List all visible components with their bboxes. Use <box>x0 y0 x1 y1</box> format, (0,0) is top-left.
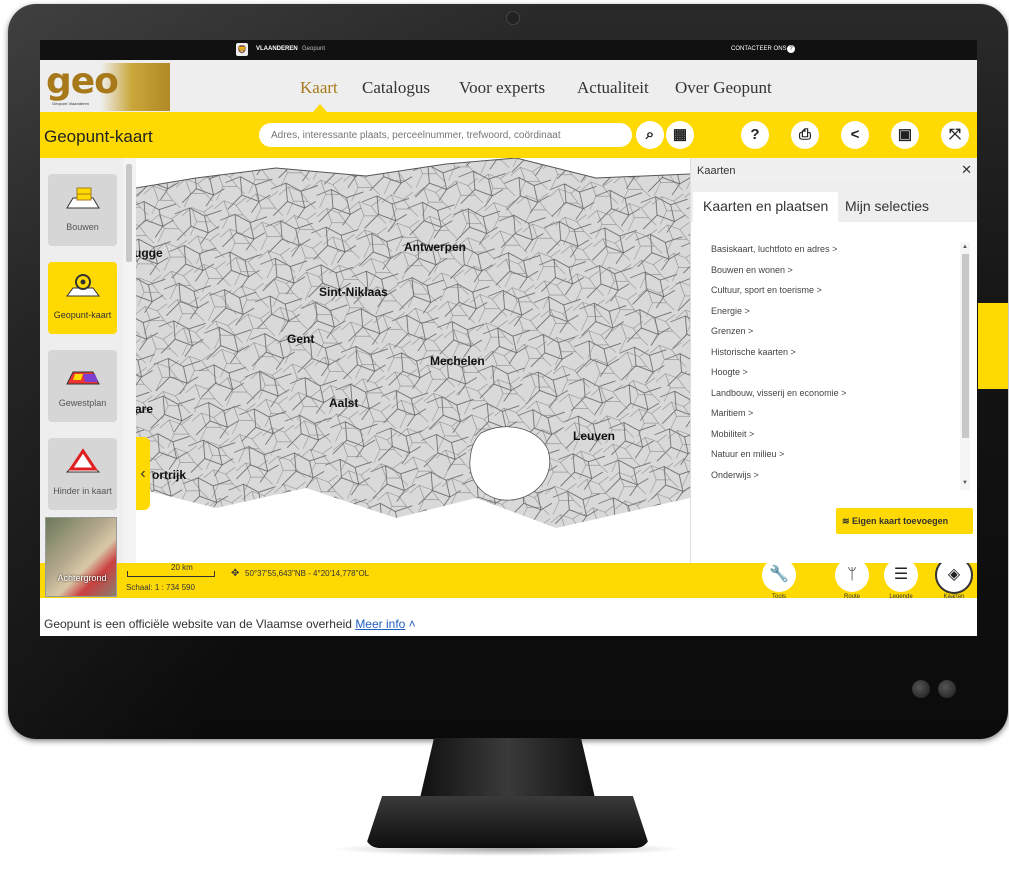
panel-title: Kaarten <box>697 165 736 177</box>
list-item[interactable]: Landbouw, visserij en economie > <box>711 388 951 409</box>
page-title: Geopunt-kaart <box>44 127 153 146</box>
nav-active-caret <box>313 104 327 112</box>
list-item[interactable]: Natuur en milieu > <box>711 449 951 470</box>
list-item[interactable]: Hoogte > <box>711 367 951 388</box>
map-label-sint-niklaas: Sint-Niklaas <box>319 285 388 299</box>
search-icon[interactable]: ⌕ <box>636 121 664 149</box>
contact-link[interactable]: CONTACTEER ONS <box>731 46 787 52</box>
tab-mijn-selecties[interactable]: Mijn selecties <box>835 192 939 222</box>
pin-icon <box>66 274 100 297</box>
chevron-up-icon[interactable]: ˄ <box>405 617 416 631</box>
stand-shadow <box>330 842 685 856</box>
sidebar-item-label: Gewestplan <box>58 398 107 408</box>
screen: 🦁 VLAANDEREN Geopunt CONTACTEER ONS ? ge… <box>40 40 977 636</box>
nav-actualiteit[interactable]: Actualiteit <box>577 78 649 98</box>
search-input[interactable] <box>259 123 632 147</box>
scroll-down-icon[interactable]: ▼ <box>962 480 968 486</box>
list-item[interactable]: Energie > <box>711 306 951 327</box>
sidebar-item-label: Geopunt-kaart <box>53 310 112 320</box>
camera-icon <box>506 11 520 25</box>
background-map-switch[interactable]: Achtergrond <box>45 517 117 597</box>
sidebar-item-label: Bouwen <box>66 222 99 232</box>
grid-icon[interactable]: ▦ <box>666 121 694 149</box>
geopunt-link[interactable]: Geopunt <box>302 46 325 52</box>
government-bar: 🦁 VLAANDEREN Geopunt CONTACTEER ONS ? <box>40 40 977 60</box>
site-footer: Geopunt is een officiële website van de … <box>40 612 977 636</box>
list-item[interactable]: Mobiliteit > <box>711 429 951 450</box>
site-header: geo Geopunt Vlaanderen Kaart Catalogus V… <box>40 60 977 112</box>
help-icon[interactable]: ? <box>741 121 769 149</box>
status-bar: 20 km Schaal: 1 : 734 590 ✥ 50°37'55,643… <box>123 556 977 600</box>
list-item[interactable]: Basiskaart, luchtfoto en adres > <box>711 244 951 265</box>
nav-over-geopunt[interactable]: Over Geopunt <box>675 78 772 98</box>
geopunt-logo[interactable]: geo Geopunt Vlaanderen <box>44 61 170 111</box>
logo-subtitle: Geopunt Vlaanderen <box>52 101 89 106</box>
close-icon[interactable]: ✕ <box>961 162 972 178</box>
scale-ratio: Schaal: 1 : 734 590 <box>126 583 195 592</box>
list-item[interactable]: Bouwen en wonen > <box>711 265 951 286</box>
nav-kaart[interactable]: Kaart <box>300 78 338 98</box>
map-view[interactable]: Antwerpen ugge Sint-Niklaas Gent Mechele… <box>136 158 690 563</box>
crosshair-icon: ✥ <box>231 568 240 579</box>
coordinate-readout: 50°37'55,643"NB - 4°20'14,778"OL <box>245 569 370 578</box>
nav-catalogus[interactable]: Catalogus <box>362 78 430 98</box>
fullscreen-icon[interactable]: ⤧ <box>941 121 969 149</box>
map-label-kortrijk: ortrijk <box>152 468 187 482</box>
map-label-leuven: Leuven <box>573 429 616 443</box>
municipality-boundaries <box>136 158 690 563</box>
monitor-stand-base <box>365 796 650 848</box>
list-item[interactable]: Onderwijs > <box>711 470 951 491</box>
map-label-mechelen: Mechelen <box>430 354 485 368</box>
map-label-aalst: Aalst <box>329 396 359 410</box>
menu-button <box>938 680 956 698</box>
warning-icon <box>65 448 101 473</box>
map-label-antwerpen: Antwerpen <box>404 240 467 254</box>
footer-spacer <box>40 598 977 612</box>
nav-voor-experts[interactable]: Voor experts <box>459 78 545 98</box>
kaarten-panel: Kaarten ✕ Kaarten en plaatsen Mijn selec… <box>690 158 977 563</box>
share-icon[interactable]: < <box>841 121 869 149</box>
sidebar-item-hinder[interactable]: Hinder in kaart <box>48 438 117 510</box>
tab-kaarten-en-plaatsen[interactable]: Kaarten en plaatsen <box>693 192 839 222</box>
left-scrollbar-thumb[interactable] <box>126 164 132 262</box>
help-icon[interactable]: ? <box>787 45 795 53</box>
panel-header: Kaarten ✕ <box>691 158 977 182</box>
meer-info-link[interactable]: Meer info <box>355 617 405 631</box>
map-label-gent: Gent <box>287 332 315 346</box>
add-own-map-button[interactable]: ≋ Eigen kaart toevoegen <box>836 508 973 534</box>
logo-text: geo <box>46 61 119 102</box>
add-own-map-label: Eigen kaart toevoegen <box>852 516 949 526</box>
building-icon <box>66 187 100 209</box>
sidebar-item-geopunt-kaart[interactable]: Geopunt-kaart <box>48 262 117 334</box>
list-item[interactable]: Maritiem > <box>711 408 951 429</box>
category-list: Basiskaart, luchtfoto en adres > Bouwen … <box>711 244 951 490</box>
list-item[interactable]: Grenzen > <box>711 326 951 347</box>
sidebar-item-bouwen[interactable]: Bouwen <box>48 174 117 246</box>
background-label: Achtergrond <box>57 573 107 583</box>
map-label-roeselare: are <box>136 402 154 416</box>
map-label-brugge: ugge <box>136 246 163 260</box>
monitor-stand-neck <box>420 738 595 798</box>
window-icon[interactable]: ▣ <box>891 121 919 149</box>
sidebar-item-label: Hinder in kaart <box>53 486 112 496</box>
list-item[interactable]: Cultuur, sport en toerisme > <box>711 285 951 306</box>
side-yellow-tab <box>978 303 1008 389</box>
left-panel: Bouwen Geopunt-kaart Gewestplan Hinder i… <box>40 158 123 563</box>
collapse-panel-button[interactable]: ‹ <box>136 437 150 510</box>
list-item[interactable]: Historische kaarten > <box>711 347 951 368</box>
footer-text: Geopunt is een officiële website van de … <box>44 617 352 631</box>
vlaanderen-link[interactable]: VLAANDEREN <box>256 46 298 52</box>
panel-tabs: Kaarten en plaatsen Mijn selecties <box>691 182 977 222</box>
map-toolbar: Geopunt-kaart ⌕ ▦ ? ⎙ < ▣ ⤧ <box>40 112 977 158</box>
plan-icon <box>66 371 100 385</box>
layers-add-icon: ≋ <box>842 516 853 526</box>
scale-text: 20 km <box>171 563 193 572</box>
scroll-up-icon[interactable]: ▲ <box>962 244 968 250</box>
panel-scrollbar-thumb[interactable] <box>962 254 969 438</box>
lion-icon: 🦁 <box>236 43 248 56</box>
print-icon[interactable]: ⎙ <box>791 121 819 149</box>
power-button <box>912 680 930 698</box>
sidebar-item-gewestplan[interactable]: Gewestplan <box>48 350 117 422</box>
